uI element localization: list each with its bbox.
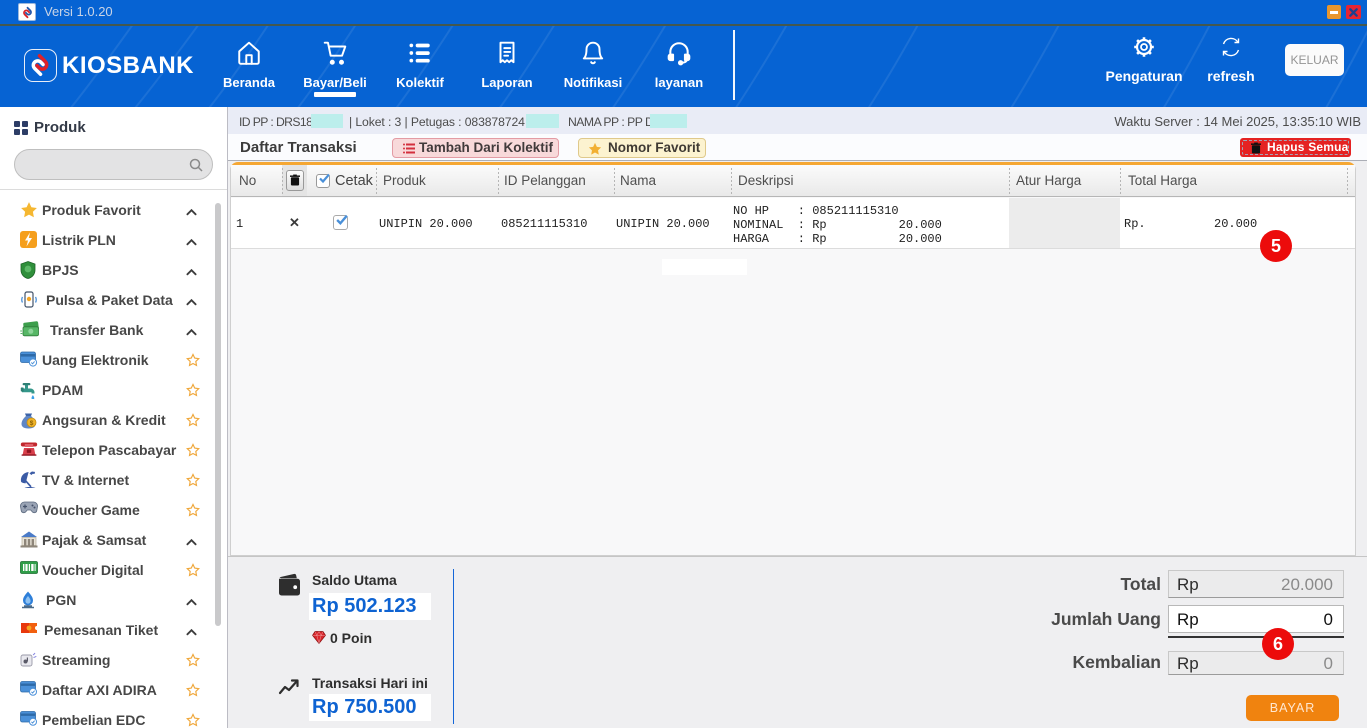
svg-text:$: $ [30, 420, 34, 427]
